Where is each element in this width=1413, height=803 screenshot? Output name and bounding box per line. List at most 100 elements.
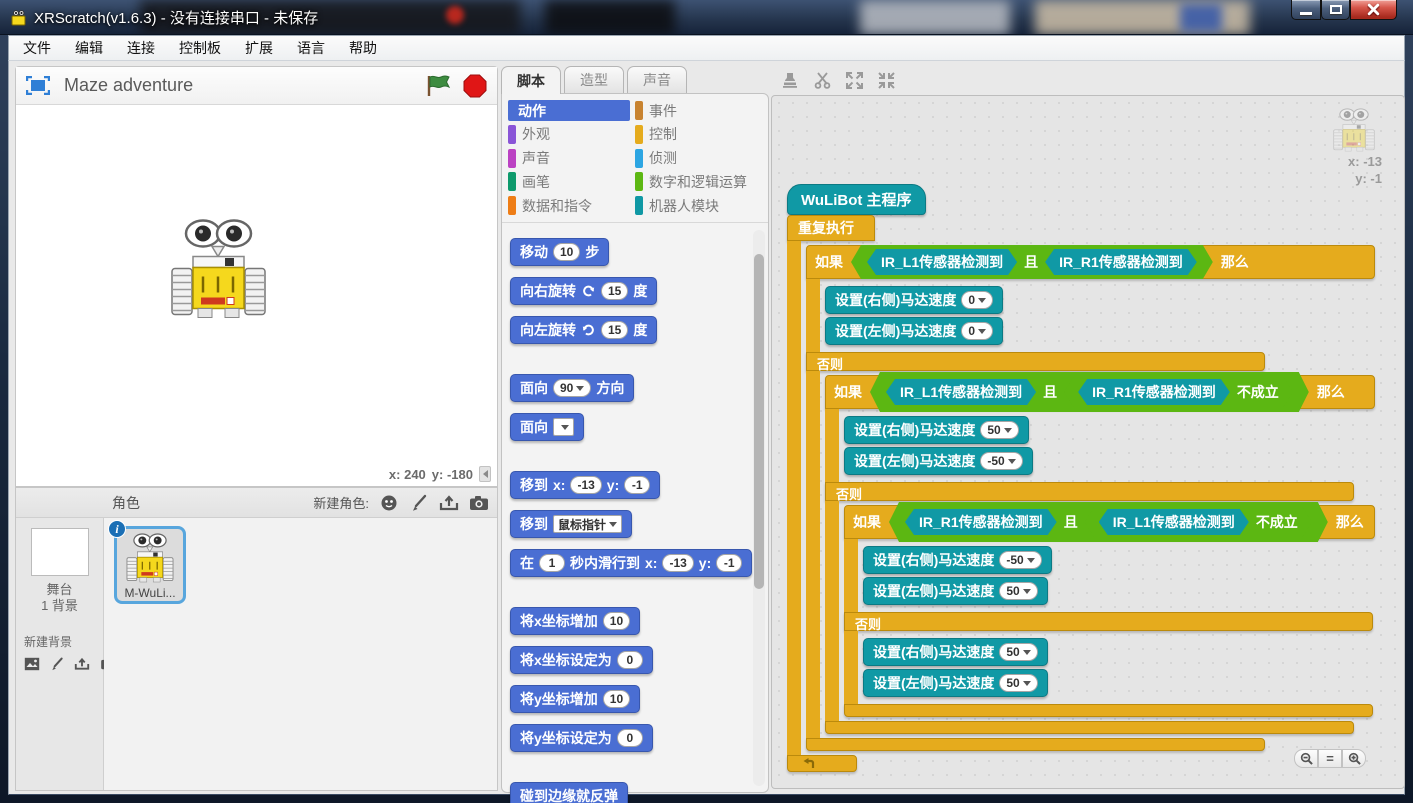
block-point-direction[interactable]: 面向 90 方向 xyxy=(510,374,634,402)
zoom-in-button[interactable] xyxy=(1342,749,1366,768)
set-left-motor-block[interactable]: 设置(左侧)马达速度 50 xyxy=(863,577,1048,605)
tab-sounds[interactable]: 声音 xyxy=(627,66,687,93)
set-right-motor-block[interactable]: 设置(右侧)马达速度 -50 xyxy=(863,546,1052,574)
and-operator[interactable]: IR_R1传感器检测到 且 IR_L1传感器检测到 不成立 xyxy=(889,502,1328,542)
delete-tool-button[interactable] xyxy=(811,69,833,91)
block-goto-xy[interactable]: 移到 x: -13 y: -1 xyxy=(510,471,660,499)
menu-connect[interactable]: 连接 xyxy=(127,38,155,58)
maximize-button[interactable] xyxy=(1321,0,1350,20)
degrees-arg[interactable]: 15 xyxy=(601,321,628,339)
goto-target-dropdown[interactable]: 鼠标指针 xyxy=(553,515,622,533)
stage-thumbnail[interactable] xyxy=(31,528,89,576)
block-bounce-on-edge[interactable]: 碰到边缘就反弹 xyxy=(510,782,628,803)
category-operators[interactable]: 数字和逻辑运算 xyxy=(635,171,762,192)
sensor-ir-r1[interactable]: IR_R1传感器检测到 xyxy=(1078,379,1230,405)
steps-arg[interactable]: 10 xyxy=(553,243,580,261)
block-set-x[interactable]: 将x坐标设定为 0 xyxy=(510,646,653,674)
category-sound[interactable]: 声音 xyxy=(508,148,635,169)
stage-canvas[interactable] xyxy=(16,105,497,463)
set-left-motor-block[interactable]: 设置(左侧)马达速度 -50 xyxy=(844,447,1033,475)
set-left-motor-block[interactable]: 设置(左侧)马达速度 50 xyxy=(863,669,1048,697)
block-glide[interactable]: 在 1 秒内滑行到 x: -13 y: -1 xyxy=(510,549,752,577)
block-goto-mouse[interactable]: 移到 鼠标指针 xyxy=(510,510,632,538)
category-robot[interactable]: 机器人模块 xyxy=(635,195,762,216)
menu-extensions[interactable]: 扩展 xyxy=(245,38,273,58)
speed-dropdown[interactable]: 50 xyxy=(999,582,1037,600)
stage-sprite-robot[interactable] xyxy=(168,213,269,325)
value-arg[interactable]: 0 xyxy=(617,651,643,669)
set-right-motor-block[interactable]: 设置(右侧)马达速度 50 xyxy=(863,638,1048,666)
shrink-tool-button[interactable] xyxy=(875,69,897,91)
collapse-stage-button[interactable] xyxy=(479,466,491,482)
script-area[interactable]: x: -13 y: -1 WuLiBot 主程序 重复执行 如果 IR_L1传感… xyxy=(771,95,1405,789)
category-pen[interactable]: 画笔 xyxy=(508,171,635,192)
and-operator[interactable]: IR_L1传感器检测到 且 IR_R1传感器检测到 xyxy=(851,245,1213,279)
backdrop-library-button[interactable] xyxy=(22,654,42,674)
tab-scripts[interactable]: 脚本 xyxy=(501,66,561,94)
if-else-block-3[interactable]: 如果 IR_R1传感器检测到 且 IR_L1传感器检测到 不成立 xyxy=(844,505,1375,717)
sprite-item-selected[interactable]: i M-WuLi... xyxy=(114,526,186,604)
category-data[interactable]: 数据和指令 xyxy=(508,195,635,216)
speed-dropdown[interactable]: -50 xyxy=(980,452,1022,470)
delta-arg[interactable]: 10 xyxy=(603,612,630,630)
sensor-ir-l1[interactable]: IR_L1传感器检测到 xyxy=(886,379,1036,405)
category-sensing[interactable]: 侦测 xyxy=(635,148,762,169)
and-operator[interactable]: IR_L1传感器检测到 且 IR_R1传感器检测到 不成立 xyxy=(870,372,1309,412)
speed-dropdown[interactable]: 50 xyxy=(999,674,1037,692)
block-change-y[interactable]: 将y坐标增加 10 xyxy=(510,685,640,713)
category-motion[interactable]: 动作 xyxy=(508,100,630,121)
value-arg[interactable]: 0 xyxy=(617,729,643,747)
set-left-motor-block[interactable]: 设置(左侧)马达速度 0 xyxy=(825,317,1003,345)
project-title[interactable]: Maze adventure xyxy=(64,75,425,96)
direction-dropdown[interactable]: 90 xyxy=(553,379,591,397)
menu-file[interactable]: 文件 xyxy=(23,38,51,58)
degrees-arg[interactable]: 15 xyxy=(601,282,628,300)
grow-tool-button[interactable] xyxy=(843,69,865,91)
speed-dropdown[interactable]: 0 xyxy=(961,291,993,309)
not-operator[interactable]: IR_R1传感器检测到 不成立 xyxy=(1064,376,1293,408)
block-point-towards[interactable]: 面向 xyxy=(510,413,584,441)
block-turn-left[interactable]: 向左旋转 15 度 xyxy=(510,316,657,344)
close-button[interactable] xyxy=(1350,0,1397,20)
new-sprite-library-button[interactable] xyxy=(377,493,401,513)
y-arg[interactable]: -1 xyxy=(624,476,650,494)
block-move-steps[interactable]: 移动 10 步 xyxy=(510,238,609,266)
set-right-motor-block[interactable]: 设置(右侧)马达速度 50 xyxy=(844,416,1029,444)
sensor-ir-l1[interactable]: IR_L1传感器检测到 xyxy=(867,249,1017,275)
upload-sprite-button[interactable] xyxy=(437,493,461,513)
not-operator[interactable]: IR_L1传感器检测到 不成立 xyxy=(1085,506,1312,538)
stop-icon[interactable] xyxy=(463,74,487,98)
paint-new-sprite-button[interactable] xyxy=(407,493,431,513)
if-else-block-2[interactable]: 如果 IR_L1传感器检测到 且 IR_R1传感器检测到 不成立 xyxy=(825,375,1375,734)
tab-costumes[interactable]: 造型 xyxy=(564,66,624,93)
fullscreen-icon[interactable] xyxy=(26,76,50,95)
menu-board[interactable]: 控制板 xyxy=(179,38,221,58)
speed-dropdown[interactable]: 50 xyxy=(980,421,1018,439)
delta-arg[interactable]: 10 xyxy=(603,690,630,708)
if-else-block-1[interactable]: 如果 IR_L1传感器检测到 且 IR_R1传感器检测到 那么 设置(右侧)马达… xyxy=(806,245,1375,751)
script-stack[interactable]: WuLiBot 主程序 重复执行 如果 IR_L1传感器检测到 且 IR_R1传… xyxy=(787,184,1375,772)
palette-scrollbar-thumb[interactable] xyxy=(754,254,764,589)
menu-edit[interactable]: 编辑 xyxy=(75,38,103,58)
set-right-motor-block[interactable]: 设置(右侧)马达速度 0 xyxy=(825,286,1003,314)
menu-language[interactable]: 语言 xyxy=(297,38,325,58)
speed-dropdown[interactable]: -50 xyxy=(999,551,1041,569)
sensor-ir-l1[interactable]: IR_L1传感器检测到 xyxy=(1099,509,1249,535)
upload-backdrop-button[interactable] xyxy=(72,654,92,674)
category-events[interactable]: 事件 xyxy=(635,100,762,121)
block-set-y[interactable]: 将y坐标设定为 0 xyxy=(510,724,653,752)
minimize-button[interactable] xyxy=(1291,0,1321,20)
forever-block[interactable]: 重复执行 如果 IR_L1传感器检测到 且 IR_R1传感器检测到 那么 xyxy=(787,215,1375,772)
y-arg[interactable]: -1 xyxy=(716,554,742,572)
speed-dropdown[interactable]: 50 xyxy=(999,643,1037,661)
x-arg[interactable]: -13 xyxy=(570,476,601,494)
seconds-arg[interactable]: 1 xyxy=(539,554,565,572)
stamp-tool-button[interactable] xyxy=(779,69,801,91)
block-change-x[interactable]: 将x坐标增加 10 xyxy=(510,607,640,635)
paint-backdrop-button[interactable] xyxy=(48,654,66,674)
sensor-ir-r1[interactable]: IR_R1传感器检测到 xyxy=(905,509,1057,535)
hat-block-main-program[interactable]: WuLiBot 主程序 xyxy=(787,184,926,215)
speed-dropdown[interactable]: 0 xyxy=(961,322,993,340)
sensor-ir-r1[interactable]: IR_R1传感器检测到 xyxy=(1045,249,1197,275)
sprite-info-icon[interactable]: i xyxy=(108,520,126,538)
